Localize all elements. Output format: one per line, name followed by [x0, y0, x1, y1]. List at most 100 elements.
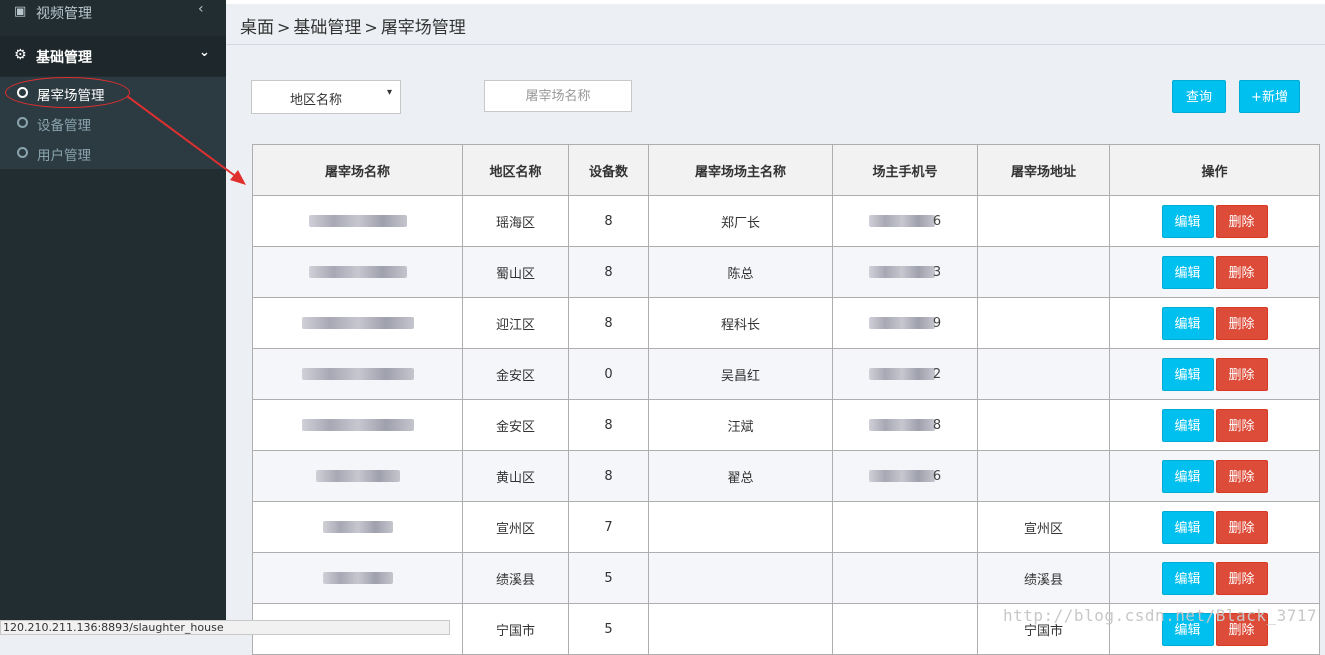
slaughterhouse-name-input[interactable]	[484, 80, 632, 112]
caret-down-icon: ▾	[387, 87, 393, 98]
redacted-name	[301, 317, 414, 329]
redacted-name	[322, 521, 393, 533]
breadcrumb-item-current: 屠宰场管理	[380, 18, 466, 38]
cell-address: 绩溪县	[977, 552, 1110, 604]
cell-name	[252, 399, 463, 451]
sidebar-item-label: 视频管理	[36, 6, 92, 22]
cell-phone: 2	[832, 348, 978, 400]
region-select[interactable]: 地区名称 ▾	[251, 80, 401, 114]
cell-address: 宣州区	[977, 501, 1110, 553]
table-row: 金安区 0 吴昌红 2 编辑 删除	[252, 348, 1320, 400]
cell-name	[252, 297, 463, 349]
phone-last-digit: 6	[932, 213, 942, 229]
redacted-phone	[868, 215, 935, 227]
edit-button[interactable]: 编辑	[1161, 408, 1214, 442]
delete-button[interactable]: 删除	[1215, 459, 1268, 493]
cell-name	[252, 348, 463, 400]
sidebar-item-video[interactable]: ▣ 视频管理 ‹	[0, 0, 226, 28]
column-header: 场主手机号	[832, 144, 978, 196]
edit-button[interactable]: 编辑	[1161, 459, 1214, 493]
sidebar-item-users[interactable]: 用户管理	[0, 138, 226, 168]
table-header-row: 屠宰场名称 地区名称 设备数 屠宰场场主名称 场主手机号 屠宰场地址 操作	[252, 144, 1320, 196]
redacted-name	[315, 470, 400, 482]
cell-region: 迎江区	[462, 297, 569, 349]
phone-last-digit: 8	[932, 417, 942, 433]
redacted-name	[301, 368, 414, 380]
redacted-phone	[868, 266, 935, 278]
phone-last-digit: 2	[932, 366, 942, 382]
cell-phone	[832, 501, 978, 553]
delete-button[interactable]: 删除	[1215, 255, 1268, 289]
delete-button[interactable]: 删除	[1215, 204, 1268, 238]
cell-name	[252, 195, 463, 247]
column-header: 屠宰场场主名称	[648, 144, 833, 196]
cell-name	[252, 501, 463, 553]
table-row: 黄山区 8 翟总 6 编辑 删除	[252, 450, 1320, 502]
table-row: 瑶海区 8 郑厂长 6 编辑 删除	[252, 195, 1320, 247]
query-button[interactable]: 查询	[1172, 80, 1226, 113]
sidebar: ▣ 视频管理 ‹ ⚙ 基础管理 ⌄ 屠宰场管理 设备管理 用户管理	[0, 0, 226, 635]
edit-button[interactable]: 编辑	[1161, 306, 1214, 340]
edit-button[interactable]: 编辑	[1161, 561, 1214, 595]
cell-owner: 程科长	[648, 297, 833, 349]
top-navbar	[226, 0, 1325, 4]
cell-owner: 翟总	[648, 450, 833, 502]
edit-button[interactable]: 编辑	[1161, 357, 1214, 391]
cell-actions: 编辑 删除	[1109, 552, 1320, 604]
sidebar-item-devices[interactable]: 设备管理	[0, 108, 226, 138]
column-header: 屠宰场地址	[977, 144, 1110, 196]
edit-button[interactable]: 编辑	[1161, 510, 1214, 544]
cell-region: 绩溪县	[462, 552, 569, 604]
column-header: 地区名称	[462, 144, 569, 196]
breadcrumb-item-basic[interactable]: 基础管理	[293, 18, 361, 38]
cell-region: 瑶海区	[462, 195, 569, 247]
cell-name	[252, 450, 463, 502]
cell-phone: 8	[832, 399, 978, 451]
delete-button[interactable]: 删除	[1215, 561, 1268, 595]
delete-button[interactable]: 删除	[1215, 357, 1268, 391]
slaughterhouse-table: 屠宰场名称 地区名称 设备数 屠宰场场主名称 场主手机号 屠宰场地址 操作 瑶海…	[252, 144, 1320, 655]
redacted-phone	[868, 419, 935, 431]
cell-address	[977, 297, 1110, 349]
sidebar-section-basic[interactable]: ⚙ 基础管理 ⌄	[0, 36, 226, 76]
cell-phone	[832, 552, 978, 604]
sidebar-item-label: 设备管理	[37, 118, 91, 134]
edit-button[interactable]: 编辑	[1161, 204, 1214, 238]
film-icon: ▣	[14, 4, 27, 19]
cell-address	[977, 195, 1110, 247]
breadcrumb-separator: >	[364, 18, 378, 37]
redacted-phone	[868, 470, 935, 482]
cell-region: 金安区	[462, 399, 569, 451]
annotation-oval	[5, 77, 130, 108]
cell-actions: 编辑 删除	[1109, 399, 1320, 451]
cell-owner: 郑厂长	[648, 195, 833, 247]
redacted-phone	[868, 368, 935, 380]
column-header: 操作	[1109, 144, 1320, 196]
chevron-left-icon: ‹	[198, 1, 204, 17]
delete-button[interactable]: 删除	[1215, 408, 1268, 442]
column-header: 设备数	[568, 144, 649, 196]
cell-region: 金安区	[462, 348, 569, 400]
breadcrumb: 桌面 > 基础管理 > 屠宰场管理	[240, 13, 466, 38]
table-row: 宣州区 7 宣州区 编辑 删除	[252, 501, 1320, 553]
add-button[interactable]: +新增	[1239, 80, 1300, 113]
table-row: 迎江区 8 程科长 9 编辑 删除	[252, 297, 1320, 349]
cell-owner: 汪斌	[648, 399, 833, 451]
delete-button[interactable]: 删除	[1215, 510, 1268, 544]
cell-actions: 编辑 删除	[1109, 297, 1320, 349]
breadcrumb-item-desktop[interactable]: 桌面	[240, 18, 274, 38]
cell-owner	[648, 501, 833, 553]
cell-actions: 编辑 删除	[1109, 246, 1320, 298]
column-header: 屠宰场名称	[252, 144, 463, 196]
cell-devices: 8	[568, 246, 649, 298]
delete-button[interactable]: 删除	[1215, 306, 1268, 340]
cell-region: 黄山区	[462, 450, 569, 502]
cell-region: 宁国市	[462, 603, 569, 655]
table-row: 蜀山区 8 陈总 3 编辑 删除	[252, 246, 1320, 298]
region-select-value: 地区名称	[290, 93, 343, 108]
redacted-name	[301, 419, 414, 431]
redacted-name	[322, 572, 393, 584]
cell-owner	[648, 552, 833, 604]
cell-devices: 7	[568, 501, 649, 553]
edit-button[interactable]: 编辑	[1161, 255, 1214, 289]
